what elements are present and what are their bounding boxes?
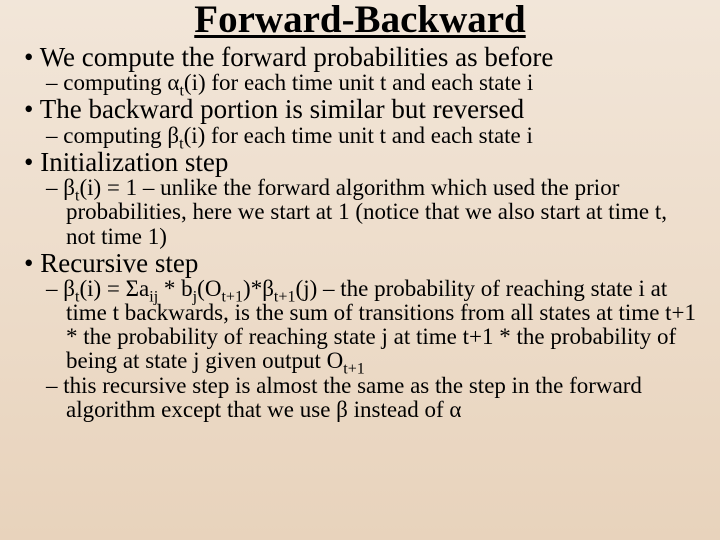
sub-bullet-list: βt(i) = 1 – unlike the forward algorithm…: [18, 176, 702, 248]
bullet-item: We compute the forward probabilities as …: [18, 43, 702, 71]
bullet-item: The backward portion is similar but reve…: [18, 95, 702, 123]
sub-bullet-item: βt(i) = 1 – unlike the forward algorithm…: [46, 176, 702, 248]
bullet-text: Initialization step: [40, 147, 228, 177]
sub-bullet-list: computing βt(i) for each time unit t and…: [18, 124, 702, 148]
sub-bullet-text: this recursive step is almost the same a…: [63, 373, 642, 422]
bullet-text: The backward portion is similar but reve…: [40, 94, 524, 124]
sub-bullet-text: βt(i) = 1 – unlike the forward algorithm…: [63, 175, 667, 248]
sub-bullet-item: computing βt(i) for each time unit t and…: [46, 124, 702, 148]
bullet-list: We compute the forward probabilities as …: [18, 43, 702, 422]
sub-bullet-item: βt(i) = Σaij * bj(Ot+1)*βt+1(j) – the pr…: [46, 277, 702, 374]
slide-title: Forward-Backward: [18, 0, 702, 41]
sub-bullet-text: βt(i) = Σaij * bj(Ot+1)*βt+1(j) – the pr…: [63, 276, 696, 373]
bullet-item: Recursive step: [18, 249, 702, 277]
sub-bullet-item: computing αt(i) for each time unit t and…: [46, 71, 702, 95]
sub-bullet-list: computing αt(i) for each time unit t and…: [18, 71, 702, 95]
sub-bullet-item: this recursive step is almost the same a…: [46, 374, 702, 422]
sub-bullet-list: βt(i) = Σaij * bj(Ot+1)*βt+1(j) – the pr…: [18, 277, 702, 422]
bullet-text: Recursive step: [40, 248, 198, 278]
sub-bullet-text: computing αt(i) for each time unit t and…: [63, 70, 533, 95]
bullet-item: Initialization step: [18, 148, 702, 176]
bullet-text: We compute the forward probabilities as …: [40, 42, 554, 72]
sub-bullet-text: computing βt(i) for each time unit t and…: [63, 123, 533, 148]
